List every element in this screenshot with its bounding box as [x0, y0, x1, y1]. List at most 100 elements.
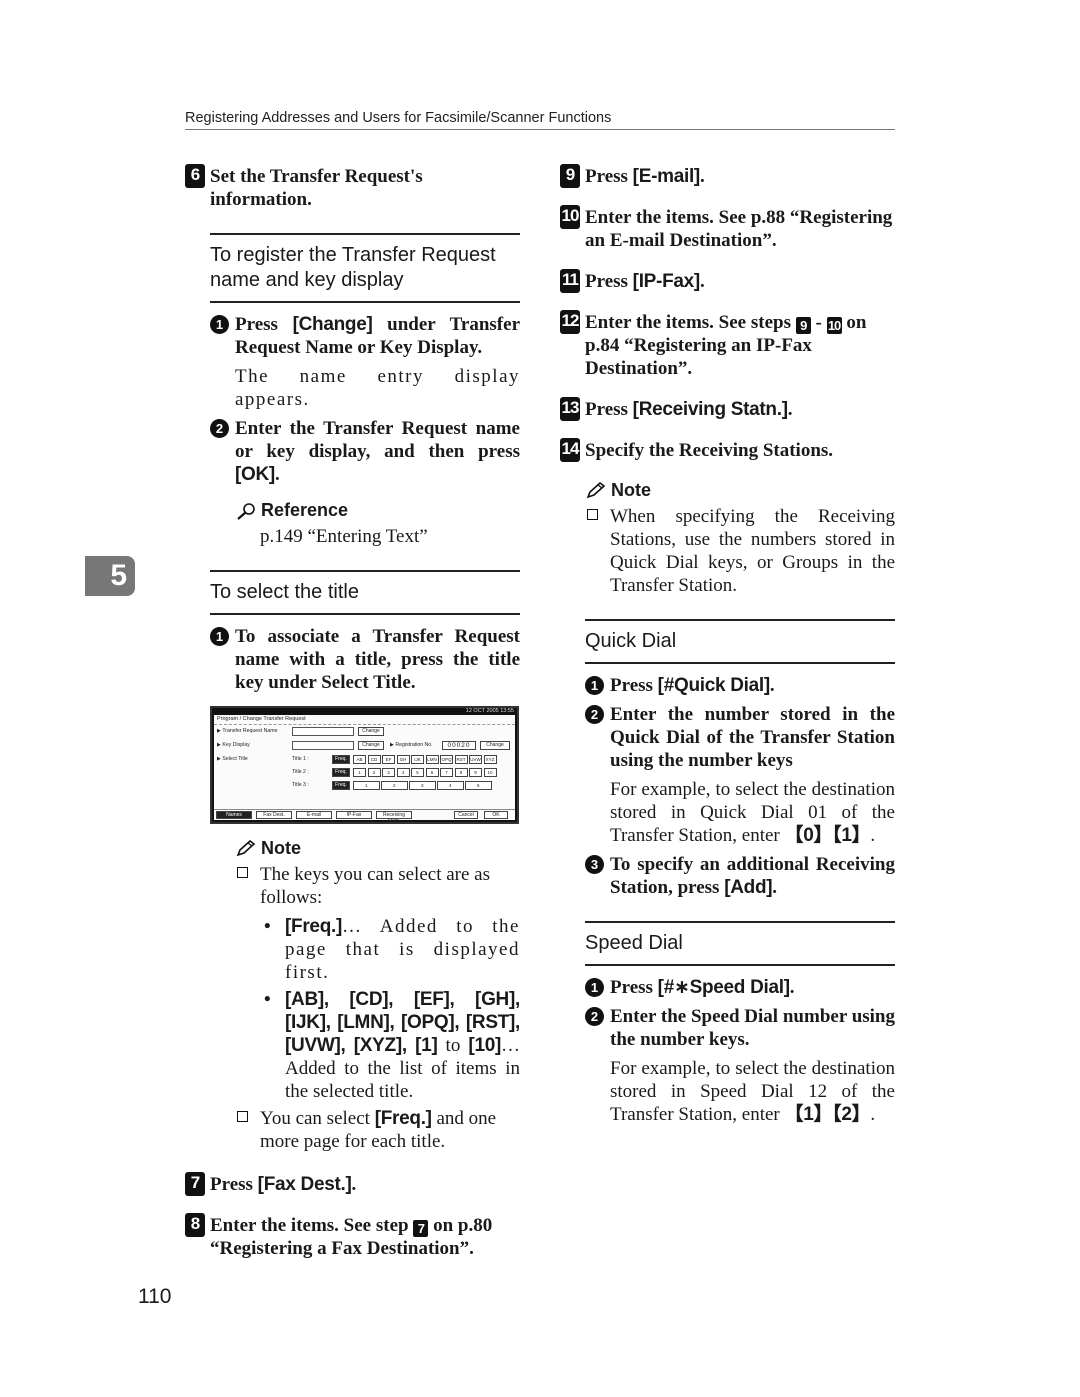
- change-button[interactable]: Change: [358, 727, 384, 736]
- title-key[interactable]: 1: [353, 781, 380, 790]
- key-quick-dial: [#Quick Dial]: [657, 675, 771, 696]
- running-header: Registering Addresses and Users for Facs…: [185, 110, 895, 130]
- title-key[interactable]: 5: [411, 768, 424, 777]
- title-key[interactable]: UVW: [469, 755, 482, 764]
- freq-key[interactable]: Freq.: [332, 755, 350, 764]
- step-text: Press: [585, 166, 633, 187]
- bullet-item: • [Freq.]… Added to the page that is dis…: [185, 915, 520, 984]
- substep-2: 2 Enter the Speed Dial number using the …: [560, 1005, 895, 1051]
- note-text: You can select: [260, 1108, 375, 1129]
- key-speed-dial: [#∗Speed Dial]: [657, 977, 790, 998]
- title-key[interactable]: 7: [440, 768, 453, 777]
- freq-key[interactable]: Freq.: [332, 781, 350, 790]
- substep-text: .: [772, 877, 778, 898]
- body-text: For example, to select the destination s…: [560, 778, 895, 847]
- title-key[interactable]: CD: [367, 755, 381, 764]
- substep-1: 1 Press [#Quick Dial].: [560, 674, 895, 697]
- note-item: The keys you can select are as follows:: [185, 863, 520, 909]
- substep-text: .: [789, 977, 795, 998]
- title-key[interactable]: 6: [425, 768, 439, 777]
- tab-fax-dest[interactable]: Fax Dest.: [256, 811, 292, 819]
- tab-email[interactable]: E-mail: [296, 811, 332, 819]
- substep-number-badge: 1: [210, 315, 229, 334]
- reference-callout: Reference: [185, 500, 520, 521]
- key-display-field[interactable]: [292, 741, 354, 750]
- substep-number-badge: 1: [585, 978, 604, 997]
- step-14: 14 Specify the Receiving Stations.: [560, 438, 895, 462]
- bullet-dot-icon: •: [264, 916, 271, 937]
- title-key[interactable]: LMN: [425, 755, 439, 764]
- tab-receiving-statn[interactable]: Receiving Statn.: [376, 811, 412, 824]
- note-text: When specifying the Receiving Stations, …: [610, 506, 895, 596]
- title-key[interactable]: 3: [382, 768, 395, 777]
- cancel-button[interactable]: Cancel: [454, 811, 478, 819]
- transfer-request-name-field[interactable]: [292, 727, 354, 736]
- tab-ip-fax[interactable]: IP-Fax: [336, 811, 372, 819]
- title-key[interactable]: 2: [367, 768, 381, 777]
- reference-label: Reference: [261, 500, 349, 520]
- note-item: When specifying the Receiving Stations, …: [560, 505, 895, 597]
- title-key[interactable]: OPQ: [440, 755, 453, 764]
- step-number-badge: 6: [185, 164, 205, 188]
- title-key[interactable]: IJK: [411, 755, 424, 764]
- clock: 12 OCT 2005 13:55: [465, 708, 514, 714]
- title-key[interactable]: GH: [396, 755, 410, 764]
- substep-2: 2 Enter the Transfer Request name or key…: [185, 417, 520, 486]
- substep-1: 1 To associate a Transfer Request name w…: [185, 625, 520, 694]
- row-label: ▶ Transfer Request Name: [217, 728, 278, 734]
- title-key[interactable]: 9: [469, 768, 482, 777]
- step-ref-badge: 9: [795, 317, 811, 334]
- tab-names[interactable]: Names: [216, 811, 252, 819]
- freq-key[interactable]: Freq.: [332, 768, 350, 777]
- step-text: -: [810, 312, 827, 333]
- substep-text: .: [769, 675, 775, 696]
- step-9: 9 Press [E-mail].: [560, 164, 895, 188]
- change-button[interactable]: Change: [480, 741, 510, 750]
- key-ip-fax: [IP-Fax]: [632, 271, 701, 292]
- title-key[interactable]: 1: [353, 768, 366, 777]
- checkbox-bullet-icon: [587, 509, 598, 520]
- substep-number-badge: 1: [585, 676, 604, 695]
- pencil-icon: [236, 839, 256, 856]
- bullet-text: to: [437, 1035, 469, 1056]
- step-8: 8 Enter the items. See step 7 on p.80 “R…: [185, 1213, 520, 1260]
- step-link-text[interactable]: Enter the items. See p.88 “Registering a…: [585, 207, 892, 251]
- title-key[interactable]: RST: [454, 755, 468, 764]
- title-key[interactable]: 3: [409, 781, 436, 790]
- title-key[interactable]: 10: [483, 768, 497, 777]
- step-6: 6 Set the Transfer Request's information…: [185, 164, 520, 211]
- substep-text: Press: [610, 675, 658, 696]
- title-key[interactable]: 4: [396, 768, 410, 777]
- change-button[interactable]: Change: [358, 741, 384, 750]
- title-key[interactable]: 2: [381, 781, 408, 790]
- step-text: Set the Transfer Request's information.: [210, 166, 423, 210]
- title-key[interactable]: 5: [465, 781, 492, 790]
- key-receiving-statn: [Receiving Statn.]: [632, 399, 788, 420]
- row-label: ▶ Key Display: [217, 742, 250, 748]
- title-key[interactable]: AB: [353, 755, 366, 764]
- title-key[interactable]: 8: [454, 768, 468, 777]
- title-key[interactable]: 4: [437, 781, 464, 790]
- row-label: ▶ Select Title: [217, 756, 248, 762]
- title-label: Title 1 :: [292, 756, 309, 762]
- step-number-badge: 9: [560, 164, 580, 188]
- step-11: 11 Press [IP-Fax].: [560, 269, 895, 293]
- title-key[interactable]: EF: [382, 755, 395, 764]
- step-number-badge: 13: [560, 397, 580, 421]
- note-text: The keys you can select are as follows:: [260, 864, 491, 908]
- step-text: .: [699, 166, 705, 187]
- title-key[interactable]: XYZ: [483, 755, 497, 764]
- device-screenshot: 12 OCT 2005 13:55 Program / Change Trans…: [210, 706, 519, 824]
- section-title-select-title: To select the title: [210, 570, 520, 615]
- ok-button[interactable]: OK: [484, 811, 508, 819]
- pencil-icon: [586, 481, 606, 498]
- step-number-badge: 11: [560, 269, 580, 293]
- title-label: Title 2 :: [292, 769, 309, 775]
- reference-link[interactable]: p.149 “Entering Text”: [185, 525, 520, 548]
- right-column: 9 Press [E-mail]. 10 Enter the items. Se…: [560, 164, 895, 1132]
- key-freq: [Freq.]: [285, 916, 343, 937]
- substep-number-badge: 2: [210, 419, 229, 438]
- step-text: Press: [585, 399, 633, 420]
- key-email: [E-mail]: [632, 166, 701, 187]
- step-text: Enter the items. See steps: [585, 312, 796, 333]
